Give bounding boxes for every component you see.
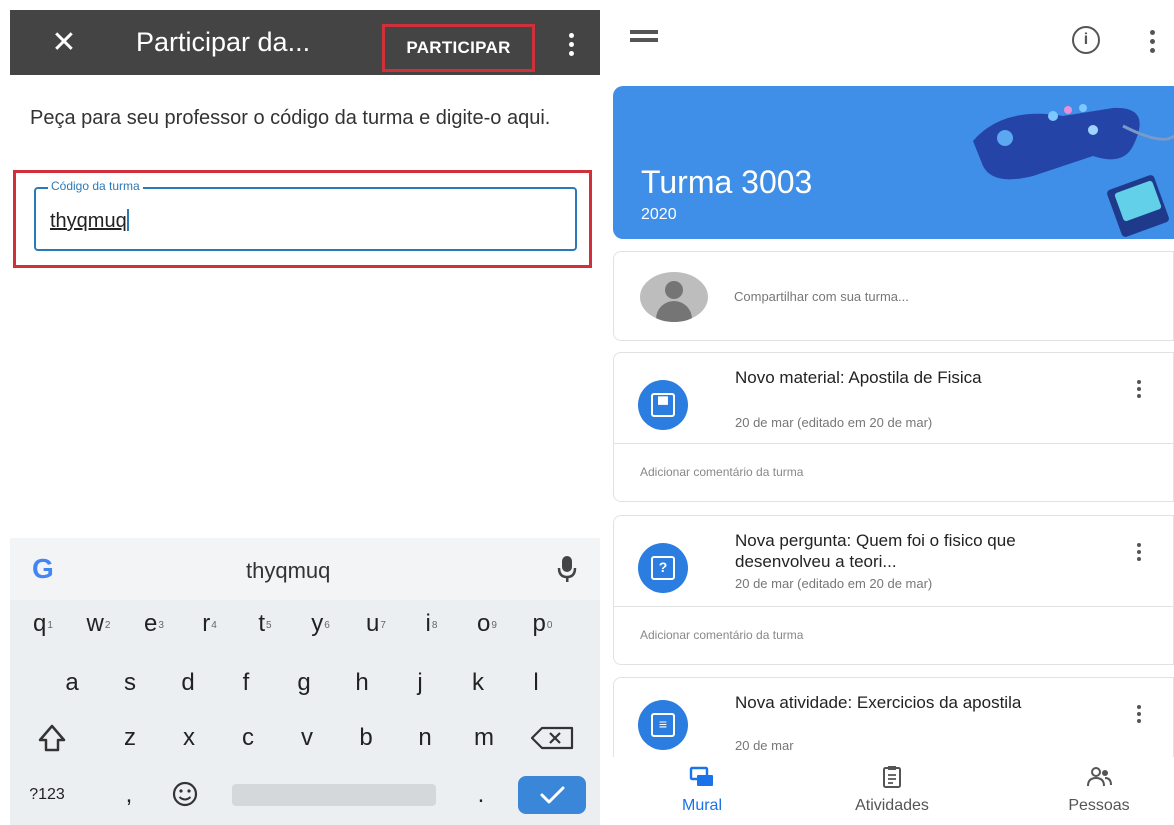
join-toolbar: ✕ Participar da... PARTICIPAR: [10, 10, 600, 75]
post-title: Nova pergunta: Quem foi o fisico que des…: [735, 531, 1016, 571]
key-j[interactable]: j: [398, 663, 442, 703]
post-options-icon[interactable]: [1134, 702, 1146, 728]
post-header[interactable]: ▀ Novo material: Apostila de Fisica 20 d…: [614, 353, 1174, 443]
join-button[interactable]: PARTICIPAR: [385, 27, 532, 69]
class-code-label: Código da turma: [48, 179, 143, 193]
key-b[interactable]: b: [344, 718, 388, 758]
class-banner[interactable]: Turma 3003 2020: [613, 86, 1174, 239]
period-key[interactable]: .: [466, 775, 496, 815]
add-comment-link[interactable]: Adicionar comentário da turma: [640, 465, 803, 479]
post-title: Nova atividade: Exercicios da apostila: [735, 693, 1022, 712]
class-year: 2020: [641, 206, 677, 223]
post-header[interactable]: ? Nova pergunta: Quem foi o fisico que d…: [614, 516, 1174, 606]
suggestion-bar: G thyqmuq: [10, 538, 600, 600]
key-r[interactable]: r4: [185, 604, 235, 644]
question-icon: ?: [638, 543, 688, 593]
more-options-icon[interactable]: [560, 24, 584, 64]
key-a[interactable]: a: [50, 663, 94, 703]
backspace-icon[interactable]: [528, 718, 578, 758]
done-key[interactable]: [518, 776, 586, 814]
emoji-icon[interactable]: [168, 775, 202, 815]
assignment-icon: ≡: [638, 700, 688, 750]
divider: [614, 606, 1174, 607]
post-title: Novo material: Apostila de Fisica: [735, 368, 982, 387]
key-v[interactable]: v: [285, 718, 329, 758]
google-logo-icon[interactable]: G: [32, 554, 62, 584]
add-comment-link[interactable]: Adicionar comentário da turma: [640, 628, 803, 642]
close-icon[interactable]: ✕: [44, 23, 84, 63]
key-x[interactable]: x: [167, 718, 211, 758]
nav-mural-label: Mural: [681, 797, 722, 814]
assignment-icon: [883, 766, 901, 788]
comma-key[interactable]: ,: [114, 775, 144, 815]
info-icon[interactable]: i: [1072, 26, 1100, 54]
nav-atividades[interactable]: Atividades: [832, 765, 952, 815]
key-i[interactable]: i8: [407, 604, 457, 644]
code-field-highlight: Código da turma thyqmuq: [13, 170, 592, 268]
key-n[interactable]: n: [403, 718, 447, 758]
material-icon: ▀: [638, 380, 688, 430]
share-card[interactable]: Compartilhar com sua turma...: [613, 251, 1174, 341]
avatar: [640, 272, 708, 322]
key-g[interactable]: g: [282, 663, 326, 703]
key-z[interactable]: z: [108, 718, 152, 758]
key-p[interactable]: p0: [518, 604, 568, 644]
keyboard: G thyqmuq q1 w2 e3 r4 t5 y6 u7 i8 o9 p0 asdfghjkl…: [10, 538, 600, 825]
key-l[interactable]: l: [514, 663, 558, 703]
class-code-input[interactable]: Código da turma thyqmuq: [34, 179, 577, 251]
screenshot: ✕ Participar da... PARTICIPAR Peça para …: [0, 0, 1174, 825]
nav-pessoas-label: Pessoas: [1068, 797, 1130, 814]
divider: [614, 443, 1174, 444]
menu-icon[interactable]: [630, 30, 660, 50]
nav-pessoas[interactable]: Pessoas: [1044, 765, 1154, 815]
key-k[interactable]: k: [456, 663, 500, 703]
nav-mural[interactable]: Mural: [652, 765, 752, 815]
post-options-icon[interactable]: [1134, 377, 1146, 403]
key-h[interactable]: h: [340, 663, 384, 703]
key-c[interactable]: c: [226, 718, 270, 758]
key-t[interactable]: t5: [240, 604, 290, 644]
class-code-value: thyqmuq: [50, 209, 129, 232]
key-w[interactable]: w2: [74, 604, 124, 644]
shift-icon[interactable]: [34, 718, 70, 758]
post-date: 20 de mar (editado em 20 de mar): [735, 415, 933, 430]
nav-atividades-label: Atividades: [855, 797, 929, 814]
class-stream-screen: i Turma 3003 2020 Compartilhar com sua t…: [600, 0, 1174, 825]
key-f[interactable]: f: [224, 663, 268, 703]
class-name: Turma 3003: [641, 164, 813, 200]
bottom-navigation: Mural Atividades Pessoas: [600, 757, 1174, 825]
key-s[interactable]: s: [108, 663, 152, 703]
key-m[interactable]: m: [462, 718, 506, 758]
checkmark-icon: [540, 786, 565, 804]
key-u[interactable]: u7: [351, 604, 401, 644]
stream-post[interactable]: ▀ Novo material: Apostila de Fisica 20 d…: [613, 352, 1174, 502]
gamepad-illustration-icon: [973, 104, 1174, 237]
spacebar-key[interactable]: [232, 784, 436, 806]
stream-post[interactable]: ≡ Nova atividade: Exercicios da apostila…: [613, 677, 1174, 767]
key-y[interactable]: y6: [296, 604, 346, 644]
post-date: 20 de mar (editado em 20 de mar): [735, 576, 933, 591]
page-title: Participar da...: [136, 27, 311, 57]
more-options-icon[interactable]: [1146, 24, 1160, 58]
post-options-icon[interactable]: [1134, 540, 1146, 566]
stream-post[interactable]: ? Nova pergunta: Quem foi o fisico que d…: [613, 515, 1174, 665]
stream-icon: [689, 766, 713, 786]
share-placeholder[interactable]: Compartilhar com sua turma...: [734, 289, 909, 304]
key-o[interactable]: o9: [462, 604, 512, 644]
join-button-highlight: PARTICIPAR: [382, 24, 535, 72]
join-class-screen: ✕ Participar da... PARTICIPAR Peça para …: [0, 0, 600, 825]
app-bar: i: [600, 0, 1174, 78]
people-icon: [1087, 767, 1112, 787]
key-e[interactable]: e3: [129, 604, 179, 644]
suggestion-word[interactable]: thyqmuq: [246, 558, 330, 584]
join-instruction: Peça para seu professor o código da turm…: [30, 107, 551, 129]
key-d[interactable]: d: [166, 663, 210, 703]
key-q[interactable]: q1: [18, 604, 68, 644]
symbols-key[interactable]: ?123: [22, 775, 72, 815]
post-header[interactable]: ≡ Nova atividade: Exercicios da apostila…: [614, 678, 1174, 768]
microphone-icon[interactable]: [556, 554, 578, 584]
post-date: 20 de mar: [735, 738, 794, 753]
